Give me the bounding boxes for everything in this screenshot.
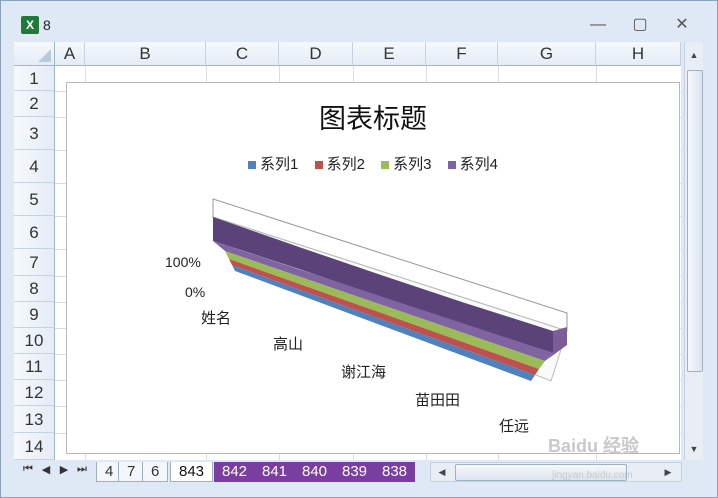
prev-sheet-icon[interactable]: ◀ [38,463,54,476]
select-all-triangle-icon [38,49,51,62]
chart-plot-area[interactable]: 100% 0% 姓名 高山 谢江海 苗田田 任远 [67,83,679,453]
column-header-g[interactable]: G [498,42,596,66]
category-label-2: 高山 [273,336,303,353]
column-header-f[interactable]: F [426,42,498,66]
row-header-12[interactable]: 12 [14,380,55,406]
excel-icon: X [21,16,39,34]
column-header-h[interactable]: H [596,42,681,66]
category-label-3: 谢江海 [341,364,386,381]
row-header-6[interactable]: 6 [14,216,55,249]
close-button[interactable]: ✕ [669,14,695,36]
baidu-watermark: Baidu 经验 [548,436,640,456]
sheet-tab[interactable]: 838 [374,462,416,482]
column-header-e[interactable]: E [353,42,426,66]
scroll-up-icon[interactable]: ▲ [685,46,703,64]
axis-tick-0-percent: 0% [185,284,205,300]
row-header-4[interactable]: 4 [14,150,55,183]
next-sheet-icon[interactable]: ▶ [56,463,72,476]
column-header-b[interactable]: B [85,42,206,66]
row-header-10[interactable]: 10 [14,328,55,354]
row-header-3[interactable]: 3 [14,117,55,150]
row-header-8[interactable]: 8 [14,276,55,302]
row-header-14[interactable]: 14 [14,433,55,460]
first-sheet-icon[interactable]: ⏮ [20,463,36,476]
chart-object[interactable]: 图表标题 系列1 系列2 系列3 系列4 100% 0% 姓名 高山 谢江海 苗… [66,82,680,454]
column-header-d[interactable]: D [279,42,353,66]
bar-series-4-side [213,241,553,361]
scroll-right-icon[interactable]: ▶ [659,463,677,481]
scroll-down-icon[interactable]: ▼ [685,440,703,458]
row-header-7[interactable]: 7 [14,249,55,276]
select-all-corner[interactable] [14,42,55,66]
vertical-scroll-thumb[interactable] [687,70,703,372]
title-bar: X 8 — ▢ ✕ [1,1,717,41]
column-header-a[interactable]: A [55,42,85,66]
row-header-11[interactable]: 11 [14,354,55,380]
category-label-1: 姓名 [201,310,231,327]
sheet-tab[interactable]: 839 [334,462,376,482]
row-header-1[interactable]: 1 [14,66,55,91]
window-title: 8 [43,17,51,33]
vertical-scrollbar[interactable]: ▲ ▼ [684,42,703,460]
minimize-button[interactable]: — [585,14,611,36]
category-label-5: 任远 [499,418,529,435]
sheet-tab[interactable]: 842 [214,462,256,482]
column-header-c[interactable]: C [206,42,279,66]
baidu-watermark-url: jingyan.baidu.com [552,470,633,481]
row-header-13[interactable]: 13 [14,406,55,433]
row-header-2[interactable]: 2 [14,91,55,117]
category-label-4: 苗田田 [415,392,460,409]
row-header-9[interactable]: 9 [14,302,55,328]
sheet-tab[interactable]: 6 [142,462,169,482]
sheet-tab-active[interactable]: 843 [170,462,214,482]
sheet-tab[interactable]: 840 [294,462,336,482]
axis-tick-100-percent: 100% [165,254,201,270]
last-sheet-icon[interactable]: ⏭ [74,463,90,476]
sheet-tab[interactable]: 841 [254,462,296,482]
row-header-5[interactable]: 5 [14,183,55,216]
scroll-left-icon[interactable]: ◀ [433,463,451,481]
sheet-tab[interactable]: 7 [118,462,145,482]
maximize-button[interactable]: ▢ [627,14,653,36]
worksheet-grid[interactable]: A B C D E F G H 1 2 3 4 5 6 7 8 9 10 11 … [14,42,681,460]
